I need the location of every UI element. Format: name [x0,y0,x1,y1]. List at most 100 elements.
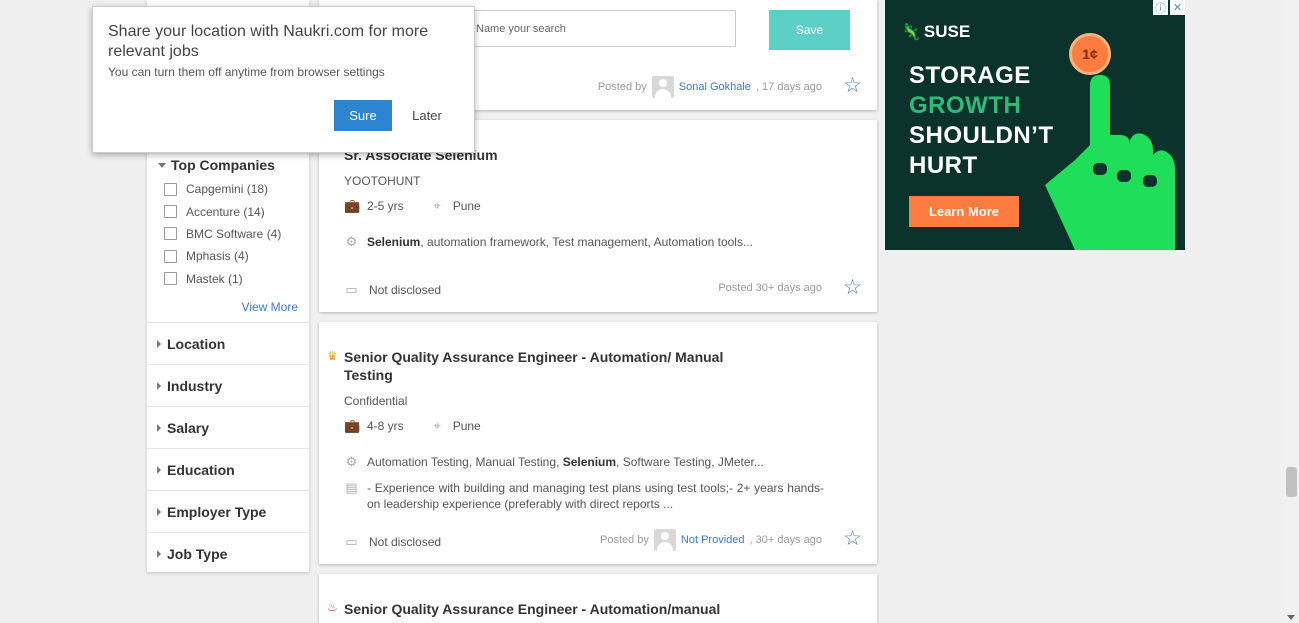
checkbox[interactable] [164,205,177,219]
later-button[interactable]: Later [405,100,449,131]
avatar [651,76,674,98]
filter-section-label: Salary [167,419,210,436]
suse-logo: 🦎 SUSE [901,22,970,42]
sure-button[interactable]: Sure [334,100,392,131]
page: Top Companies Capgemini (18) Accenture (… [0,0,1299,623]
location-value: Pune [452,199,481,213]
posted-age: , 30+ days ago [749,534,822,546]
popup-subtitle: You can turn them off anytime from brows… [108,65,385,79]
description-row: ▤ - Experience with building and managin… [344,480,824,512]
skills-text: Selenium, automation framework, Test man… [367,235,753,249]
salary-value: Not disclosed [369,535,442,549]
salary-row: ▭ Not disclosed [344,282,441,298]
star-icon[interactable]: ☆ [843,528,862,549]
checkbox[interactable] [164,272,177,286]
top-companies-label: Top Companies [171,157,275,173]
filter-section-job-type[interactable]: Job Type [147,532,309,574]
company-filter-list: Capgemini (18) Accenture (14) BMC Softwa… [164,178,304,290]
filter-section-label: Employer Type [167,503,267,520]
close-icon[interactable]: ✕ [1170,0,1185,15]
skills-pre: Automation Testing, Manual Testing, [367,455,563,469]
caret-down-icon [158,162,166,168]
job-title[interactable]: Senior Quality Assurance Engineer - Auto… [344,348,723,384]
job-title[interactable]: Senior Quality Assurance Engineer - Auto… [344,600,720,618]
ad-info-icon[interactable]: ⓘ [1153,0,1168,15]
company-name[interactable]: Confidential [344,394,407,408]
company-filter-label: Mphasis (4) [186,249,249,264]
caret-right-icon [157,423,161,432]
company-filter-label: BMC Software (4) [186,226,282,241]
checkbox[interactable] [164,182,177,196]
company-filter-item[interactable]: Mastek (1) [164,268,304,290]
ad-headline-line: SHOULDN’T [909,122,1054,149]
job-title-line: Testing [344,367,393,383]
experience-value: 2-5 yrs [367,199,404,213]
filter-section-label: Job Type [167,545,228,562]
learn-more-button[interactable]: Learn More [909,196,1019,227]
location: ⌖ Pune [430,198,481,214]
company-filter-item[interactable]: Accenture (14) [164,200,304,222]
top-companies-heading[interactable]: Top Companies [158,157,275,173]
checkbox[interactable] [164,227,177,241]
ad-headline-line: HURT [909,152,978,179]
company-filter-item[interactable]: Capgemini (18) [164,178,304,200]
salary-value: Not disclosed [369,283,442,297]
location-value: Pune [452,419,481,433]
posted-by-prefix: Posted by [600,534,649,546]
advertisement[interactable]: 🦎 SUSE STORAGE GROWTH SHOULDN’T HURT Lea… [885,0,1185,250]
popup-title: Share your location with Naukri.com for … [108,23,429,60]
briefcase-icon: 💼 [344,418,361,433]
scrollbar-thumb[interactable] [1286,467,1297,497]
poster-link[interactable]: Not Provided [681,534,745,546]
filter-section-label: Education [167,461,235,478]
search-name-input[interactable]: Name your search [469,10,736,47]
chameleon-icon: 🦎 [901,24,921,41]
filter-section-education[interactable]: Education [147,448,309,490]
coin-icon: 1¢ [1069,33,1111,75]
star-icon[interactable]: ☆ [843,277,862,298]
checkbox[interactable] [164,249,177,263]
caret-right-icon [157,549,161,558]
filter-section-location[interactable]: Location [147,322,309,364]
star-icon[interactable]: ☆ [843,75,862,96]
hand-illustration [1045,75,1175,250]
job-meta: 💼 2-5 yrs ⌖ Pune [344,198,507,214]
skills-rest: , Software Testing, JMeter... [616,455,764,469]
view-more-link[interactable]: View More [242,300,298,314]
skill-highlight: Selenium [562,455,617,469]
company-filter-item[interactable]: BMC Software (4) [164,223,304,245]
job-card[interactable]: ♛ Senior Quality Assurance Engineer - Au… [319,322,877,564]
filter-section-employer-type[interactable]: Employer Type [147,490,309,532]
location-pin-icon: ⌖ [433,418,441,433]
job-meta: 💼 4-8 yrs ⌖ Pune [344,418,507,434]
location-permission-popup: Share your location with Naukri.com for … [92,6,475,153]
company-name[interactable]: YOOTOHUNT [344,174,420,188]
poster-link[interactable]: Sonal Gokhale [679,81,751,93]
filter-section-salary[interactable]: Salary [147,406,309,448]
posted-row: Posted 30+ days ago [718,282,822,294]
page-scrollbar[interactable] [1284,0,1299,623]
posted-age: Posted 30+ days ago [718,282,822,294]
save-search-button[interactable]: Save [769,10,850,50]
document-icon: ▤ [345,480,358,495]
ad-headline-line: STORAGE [909,62,1031,89]
experience-value: 4-8 yrs [367,419,404,433]
wallet-icon: ▭ [345,282,358,297]
location: ⌖ Pune [430,418,481,434]
filter-section-industry[interactable]: Industry [147,364,309,406]
posted-age: , 17 days ago [755,81,822,93]
company-filter-item[interactable]: Mphasis (4) [164,245,304,267]
crown-icon: ♛ [327,349,338,363]
posted-by-row: Posted by Sonal Gokhale , 17 days ago [598,76,822,98]
ad-headline-line: GROWTH [909,92,1022,119]
job-title-line: Senior Quality Assurance Engineer - Auto… [344,349,724,365]
skill-highlight: Selenium [367,235,421,249]
scroll-down-arrow-icon[interactable] [1287,615,1295,620]
briefcase-icon: 💼 [344,198,361,213]
filter-section-label: Location [167,335,226,352]
description-text: - Experience with building and managing … [367,481,824,511]
company-filter-label: Accenture (14) [186,204,265,219]
job-card[interactable]: ♨ Senior Quality Assurance Engineer - Au… [319,574,877,623]
posted-by-prefix: Posted by [597,81,647,93]
experience: 💼 2-5 yrs [344,198,404,214]
